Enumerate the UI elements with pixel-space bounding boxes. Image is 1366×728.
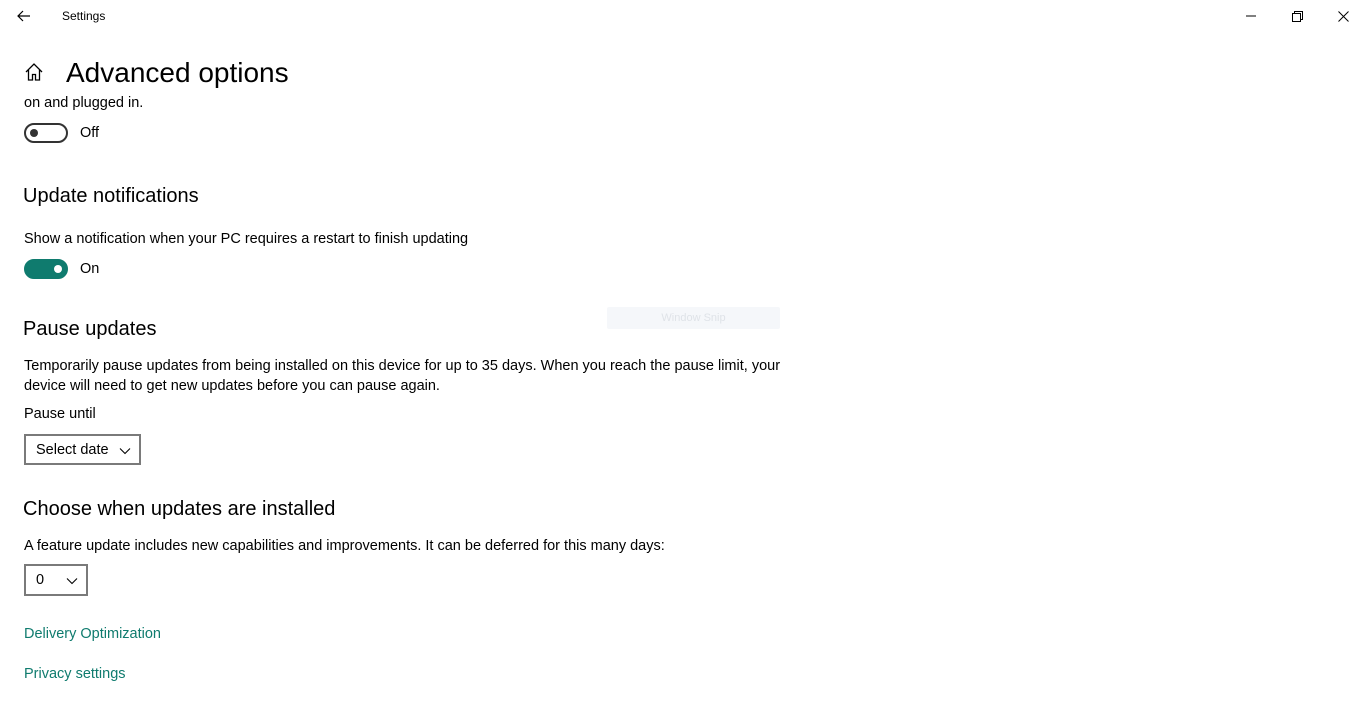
back-arrow-icon xyxy=(17,10,30,22)
choose-updates-heading: Choose when updates are installed xyxy=(23,498,336,520)
pause-updates-heading: Pause updates xyxy=(23,318,157,340)
title-bar: Settings xyxy=(0,0,1366,32)
chevron-down-icon xyxy=(66,578,78,585)
close-button[interactable] xyxy=(1320,0,1366,32)
delivery-optimization-link[interactable]: Delivery Optimization xyxy=(24,626,161,642)
chevron-down-icon xyxy=(119,448,131,455)
restart-notification-toggle[interactable] xyxy=(24,259,68,279)
pause-until-dropdown[interactable]: Select date xyxy=(24,434,141,465)
window-snip-overlay: Window Snip xyxy=(607,307,780,329)
page-title: Advanced options xyxy=(66,57,289,88)
close-icon xyxy=(1337,10,1349,22)
toggle-knob xyxy=(54,265,62,273)
feature-deferral-days-dropdown[interactable]: 0 xyxy=(24,564,88,596)
metered-toggle-state: Off xyxy=(80,125,100,141)
home-button[interactable] xyxy=(22,60,46,84)
feature-deferral-days-value: 0 xyxy=(36,572,45,588)
window-title: Settings xyxy=(62,9,106,23)
pause-until-value: Select date xyxy=(36,441,109,458)
home-icon xyxy=(25,63,43,81)
feature-update-description: A feature update includes new capabiliti… xyxy=(24,538,665,554)
pause-until-label: Pause until xyxy=(24,406,96,422)
settings-window: Settings Advanced options on and plugged… xyxy=(0,0,1366,728)
minimize-icon xyxy=(1246,15,1256,17)
pause-updates-description-line2: device will need to get new updates befo… xyxy=(24,378,440,394)
update-notifications-description: Show a notification when your PC require… xyxy=(24,231,469,247)
restore-button[interactable] xyxy=(1274,0,1320,32)
restore-icon xyxy=(1291,10,1303,22)
privacy-settings-link[interactable]: Privacy settings xyxy=(24,666,126,682)
cutoff-description: on and plugged in. xyxy=(24,95,144,111)
restart-notification-toggle-state: On xyxy=(80,261,100,277)
update-notifications-heading: Update notifications xyxy=(23,185,199,207)
metered-download-toggle[interactable] xyxy=(24,123,68,143)
back-button[interactable] xyxy=(8,0,40,32)
toggle-knob xyxy=(30,129,38,137)
minimize-button[interactable] xyxy=(1228,0,1274,32)
pause-updates-description-line1: Temporarily pause updates from being ins… xyxy=(24,358,781,374)
